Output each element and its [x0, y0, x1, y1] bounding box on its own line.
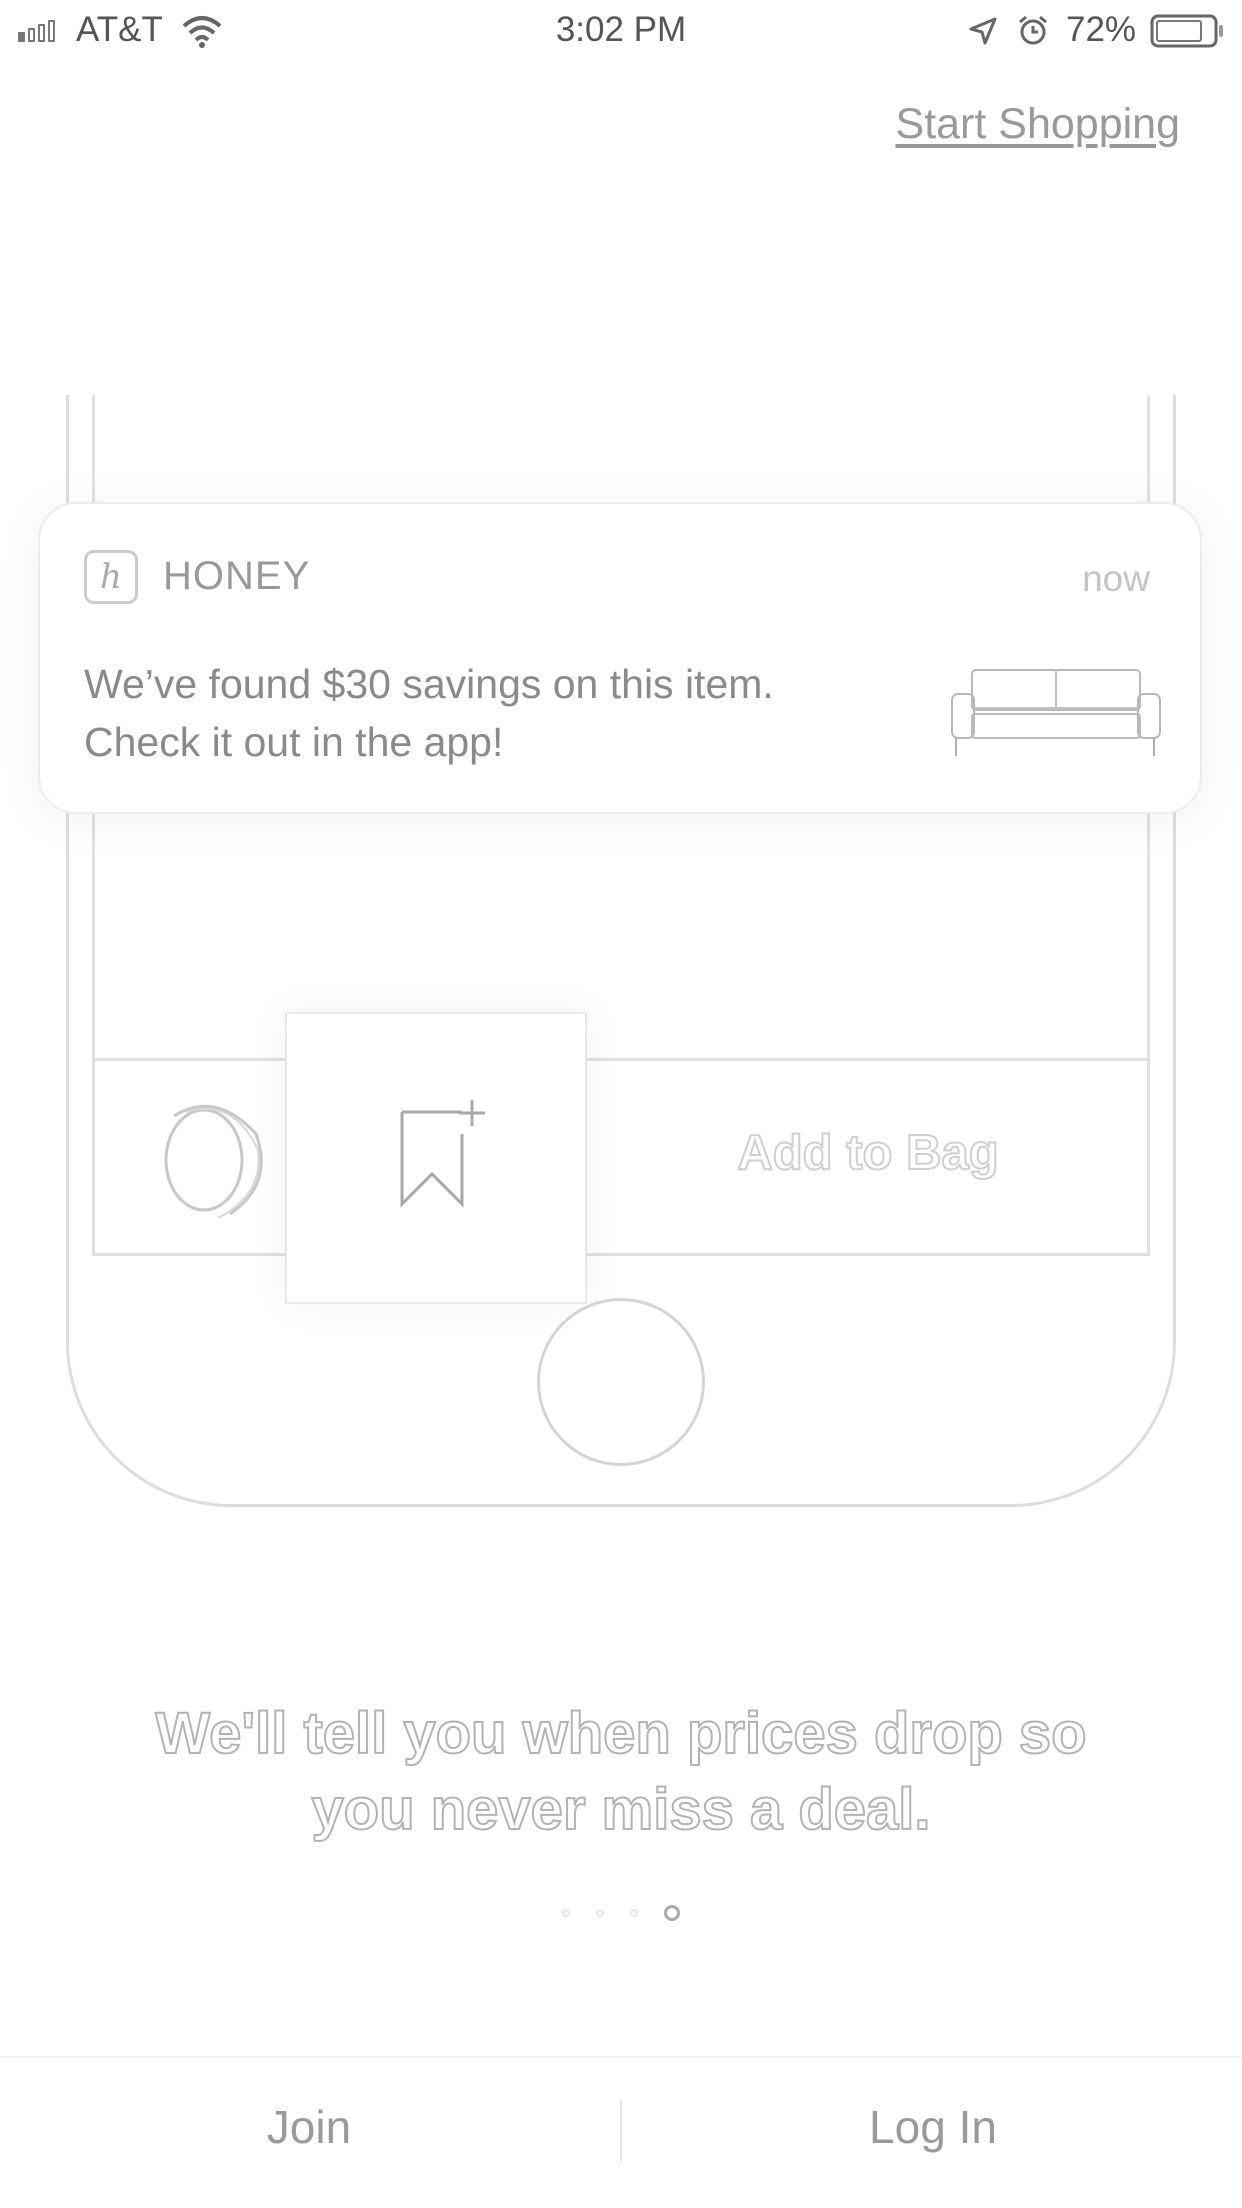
alarm-icon [1019, 15, 1047, 45]
page-dot-3[interactable] [630, 1909, 638, 1917]
honey-app-icon: h [84, 550, 138, 604]
tagline-line-1: We'll tell you when prices drop so [154, 1700, 1087, 1767]
sofa-icon [951, 669, 1161, 756]
log-in-button[interactable]: Log In [624, 2100, 1242, 2154]
battery-percent: 72% [1066, 10, 1137, 49]
notification-time: now [1082, 558, 1150, 599]
bottom-bar-divider [620, 2100, 622, 2162]
join-button[interactable]: Join [0, 2100, 618, 2154]
phone-home-button [537, 1298, 705, 1466]
tagline-line-2: you never miss a deal. [311, 1776, 932, 1843]
page-dot-4-active[interactable] [664, 1905, 680, 1921]
status-time: 3:02 PM [555, 10, 687, 49]
bookmark-add-icon [400, 1100, 485, 1208]
battery-icon [1150, 14, 1223, 48]
honey-ring-icon [164, 1104, 263, 1219]
page-dot-1[interactable] [562, 1909, 570, 1917]
onboarding-tagline: We'll tell you when prices drop so you n… [0, 1696, 1242, 1848]
location-arrow-icon [969, 17, 997, 45]
notification-message: We’ve found $30 savings on this item. Ch… [84, 655, 884, 771]
notification-message-line-2: Check it out in the app! [84, 719, 504, 765]
status-bar: AT&T 3:02 PM 72% [0, 0, 1242, 62]
page-indicator [0, 1905, 1242, 1921]
notification-message-line-1: We’ve found $30 savings on this item. [84, 661, 774, 707]
page-dot-2[interactable] [596, 1909, 604, 1917]
start-shopping-link[interactable]: Start Shopping [896, 100, 1180, 149]
add-to-bag-button: Add to Bag [736, 1125, 999, 1181]
notification-app-name: HONEY [163, 554, 311, 598]
